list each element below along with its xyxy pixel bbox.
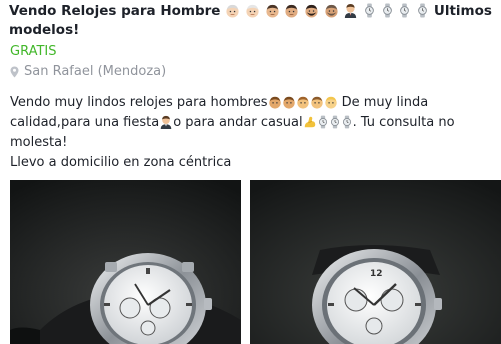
man-medium-icon bbox=[268, 95, 282, 109]
watch-photo-1[interactable] bbox=[10, 180, 241, 344]
location-text: San Rafael (Mendoza) bbox=[24, 64, 167, 79]
watch-photo-2[interactable]: 12 bbox=[250, 180, 501, 344]
businessman-icon bbox=[343, 3, 358, 18]
watch-icon bbox=[398, 3, 411, 18]
title-emojis bbox=[225, 3, 434, 19]
svg-text:12: 12 bbox=[370, 269, 383, 279]
man-light-icon bbox=[245, 3, 260, 18]
watch-icon bbox=[329, 115, 341, 129]
description-paragraph: Vendo muy lindos relojes para hombres De… bbox=[10, 93, 496, 153]
watch-icon bbox=[317, 115, 329, 129]
man-light-icon bbox=[225, 3, 240, 18]
description-part-1: Vendo muy lindos relojes para hombres bbox=[10, 95, 268, 110]
man-light-icon bbox=[296, 95, 310, 109]
man-beard-icon bbox=[304, 3, 319, 18]
watch-icon bbox=[381, 3, 394, 18]
watch-icon bbox=[416, 3, 429, 18]
description-delivery: Llevo a domicilio en zona céntrica bbox=[10, 155, 232, 170]
post-title[interactable]: Vendo Relojes para Hombre Ultimos modelo… bbox=[9, 2, 497, 40]
businessman-icon bbox=[159, 115, 173, 129]
man-beard-icon bbox=[324, 3, 339, 18]
post-price: GRATIS bbox=[10, 44, 57, 59]
man-medium-icon bbox=[265, 3, 280, 18]
man-light-icon bbox=[310, 95, 324, 109]
watch-icon bbox=[363, 3, 376, 18]
photo-gallery: 12 bbox=[10, 180, 501, 344]
man-medium-icon bbox=[282, 95, 296, 109]
description-part-3: o para andar casual bbox=[173, 115, 303, 130]
man-blond-icon bbox=[324, 95, 338, 109]
flexed-arm-icon bbox=[303, 115, 317, 129]
post-description: Vendo muy lindos relojes para hombres De… bbox=[10, 93, 496, 173]
location-pin-icon bbox=[10, 66, 19, 78]
post-title-text: Vendo Relojes para Hombre bbox=[9, 3, 221, 19]
post-location[interactable]: San Rafael (Mendoza) bbox=[10, 63, 166, 81]
man-medium-icon bbox=[284, 3, 299, 18]
marketplace-post: Vendo Relojes para Hombre Ultimos modelo… bbox=[0, 0, 501, 344]
watch-icon bbox=[341, 115, 353, 129]
